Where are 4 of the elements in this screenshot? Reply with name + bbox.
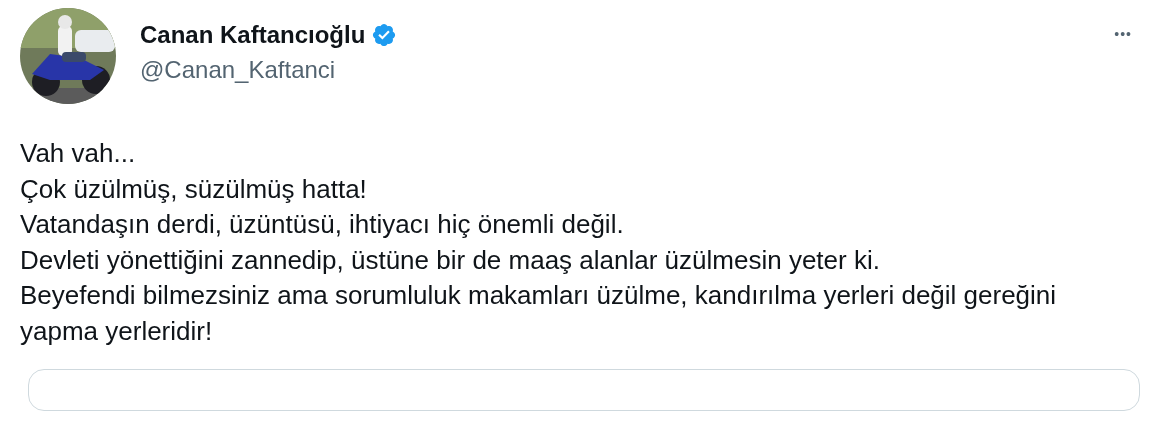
more-button[interactable]: •••: [1110, 22, 1136, 46]
tweet-text: Vah vah... Çok üzülmüş, süzülmüş hatta! Vatandaşın derdi, üzüntüsü, ihtiyacı hiç önemli değil. Devleti yönettiğini zannedip, üstüne bir de maaş alanlar üzülmesin yeter ki. Beyefendi bilmezsiniz ama sorumluluk makamları üzülme, kandırılma yerleri değil gereğini yapma yerleridir!: [20, 137, 1058, 348]
author-handle[interactable]: @Canan_Kaftanci: [140, 55, 336, 85]
author-name[interactable]: Canan Kaftancıoğlu: [140, 20, 366, 50]
